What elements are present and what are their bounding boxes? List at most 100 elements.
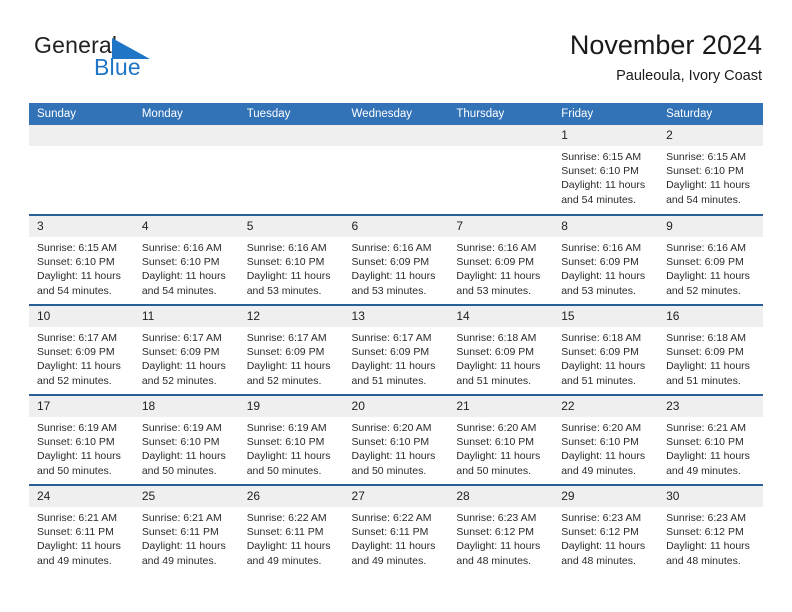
day-details: Sunrise: 6:16 AM Sunset: 6:10 PM Daylight:… <box>134 237 239 298</box>
weekday-header-thursday: Thursday <box>448 103 554 125</box>
calendar-day-cell[interactable]: 9 Sunrise: 6:16 AM Sunset: 6:09 PM Daylight… <box>658 214 763 305</box>
sunrise-text: Sunrise: 6:18 AM <box>666 332 747 344</box>
calendar-day-cell[interactable]: 6 Sunrise: 6:16 AM Sunset: 6:09 PM Daylight… <box>343 214 449 305</box>
calendar-day-cell[interactable]: 17 Sunrise: 6:19 AM Sunset: 6:10 PM Dayligh… <box>29 394 134 485</box>
day-cell-inner: 21 Sunrise: 6:20 AM Sunset: 6:10 PM Dayligh… <box>448 396 554 484</box>
day-cell-inner: 27 Sunrise: 6:22 AM Sunset: 6:11 PM Dayligh… <box>343 486 449 575</box>
day-cell-inner: 22 Sunrise: 6:20 AM Sunset: 6:10 PM Dayligh… <box>553 396 659 484</box>
day-number: 3 <box>29 216 134 237</box>
day-number: 21 <box>448 396 554 417</box>
day-details: Sunrise: 6:17 AM Sunset: 6:09 PM Daylight:… <box>239 327 344 388</box>
calendar-day-cell[interactable]: 23 Sunrise: 6:21 AM Sunset: 6:10 PM Dayligh… <box>658 394 763 485</box>
calendar-day-cell[interactable]: 1 Sunrise: 6:15 AM Sunset: 6:10 PM Daylight… <box>553 125 659 215</box>
calendar-day-cell[interactable]: 20 Sunrise: 6:20 AM Sunset: 6:10 PM Dayligh… <box>343 394 449 485</box>
sunset-text: Sunset: 6:11 PM <box>141 526 219 539</box>
day-number: 12 <box>238 306 344 327</box>
day-number: 13 <box>343 306 449 327</box>
day-details: Sunrise: 6:18 AM Sunset: 6:09 PM Daylight:… <box>448 327 553 388</box>
day-details: Sunrise: 6:22 AM Sunset: 6:11 PM Daylight:… <box>344 507 449 568</box>
calendar-day-cell[interactable]: 19 Sunrise: 6:19 AM Sunset: 6:10 PM Dayligh… <box>238 394 344 485</box>
sunrise-sunset-calendar: Sunday Monday Tuesday Wednesday Thursday… <box>29 103 763 575</box>
sunrise-text: Sunrise: 6:19 AM <box>37 422 117 434</box>
calendar-day-cell[interactable]: 10 Sunrise: 6:17 AM Sunset: 6:09 PM Dayligh… <box>29 304 134 395</box>
daylight-text: Daylight: 11 hours and 48 minutes. <box>666 540 750 567</box>
daylight-text: Daylight: 11 hours and 49 minutes. <box>666 450 750 477</box>
day-details: Sunrise: 6:22 AM Sunset: 6:11 PM Daylight:… <box>239 507 344 568</box>
calendar-day-cell[interactable]: 25 Sunrise: 6:21 AM Sunset: 6:11 PM Dayligh… <box>133 484 239 575</box>
calendar-day-cell[interactable]: 3 Sunrise: 6:15 AM Sunset: 6:10 PM Daylight… <box>29 214 134 305</box>
sunset-text: Sunset: 6:12 PM <box>456 526 535 539</box>
calendar-day-cell[interactable]: 26 Sunrise: 6:22 AM Sunset: 6:11 PM Dayligh… <box>238 484 344 575</box>
sunset-text: Sunset: 6:09 PM <box>561 346 639 359</box>
calendar-day-cell[interactable]: 14 Sunrise: 6:18 AM Sunset: 6:09 PM Dayligh… <box>448 304 554 395</box>
calendar-day-cell[interactable]: 5 Sunrise: 6:16 AM Sunset: 6:10 PM Daylight… <box>238 214 344 305</box>
calendar-day-cell[interactable]: 18 Sunrise: 6:19 AM Sunset: 6:10 PM Dayligh… <box>133 394 239 485</box>
day-details: Sunrise: 6:19 AM Sunset: 6:10 PM Daylight:… <box>134 417 239 478</box>
calendar-day-cell[interactable]: 8 Sunrise: 6:16 AM Sunset: 6:09 PM Daylight… <box>553 214 659 305</box>
day-cell-inner: 6 Sunrise: 6:16 AM Sunset: 6:09 PM Daylight… <box>343 216 449 304</box>
generalblue-logo[interactable]: General Blue <box>34 32 214 88</box>
day-cell-inner: 4 Sunrise: 6:16 AM Sunset: 6:10 PM Daylight… <box>133 216 239 304</box>
calendar-day-cell[interactable]: 13 Sunrise: 6:17 AM Sunset: 6:09 PM Dayligh… <box>343 304 449 395</box>
day-number: 5 <box>238 216 344 237</box>
weekday-header-row: Sunday Monday Tuesday Wednesday Thursday… <box>29 103 763 125</box>
day-number: 17 <box>29 396 134 417</box>
sunrise-text: Sunrise: 6:23 AM <box>561 512 642 524</box>
calendar-day-cell[interactable]: 4 Sunrise: 6:16 AM Sunset: 6:10 PM Daylight… <box>133 214 239 305</box>
day-cell-inner <box>448 125 554 214</box>
sunset-text: Sunset: 6:10 PM <box>246 436 325 449</box>
weekday-header-monday: Monday <box>133 103 239 125</box>
day-details: Sunrise: 6:19 AM Sunset: 6:10 PM Daylight:… <box>239 417 344 478</box>
day-cell-inner: 7 Sunrise: 6:16 AM Sunset: 6:09 PM Daylight… <box>448 216 554 304</box>
sunrise-text: Sunrise: 6:18 AM <box>456 332 537 344</box>
calendar-day-cell[interactable]: 30 Sunrise: 6:23 AM Sunset: 6:12 PM Dayligh… <box>658 484 763 575</box>
calendar-day-cell[interactable]: 29 Sunrise: 6:23 AM Sunset: 6:12 PM Dayligh… <box>553 484 659 575</box>
sunset-text: Sunset: 6:11 PM <box>246 526 324 539</box>
day-number: 18 <box>133 396 239 417</box>
sunrise-text: Sunrise: 6:22 AM <box>351 512 432 524</box>
day-cell-inner: 2 Sunrise: 6:15 AM Sunset: 6:10 PM Daylight… <box>658 125 763 214</box>
sunrise-text: Sunrise: 6:17 AM <box>37 332 117 344</box>
calendar-day-cell[interactable]: 27 Sunrise: 6:22 AM Sunset: 6:11 PM Dayligh… <box>343 484 449 575</box>
calendar-day-cell[interactable]: 7 Sunrise: 6:16 AM Sunset: 6:09 PM Daylight… <box>448 214 554 305</box>
calendar-day-cell[interactable]: 11 Sunrise: 6:17 AM Sunset: 6:09 PM Dayligh… <box>133 304 239 395</box>
day-details: Sunrise: 6:16 AM Sunset: 6:09 PM Daylight:… <box>448 237 553 298</box>
sunrise-text: Sunrise: 6:16 AM <box>666 242 747 254</box>
sunset-text: Sunset: 6:09 PM <box>351 346 430 359</box>
sunset-text: Sunset: 6:10 PM <box>37 256 115 269</box>
calendar-day-cell[interactable]: 22 Sunrise: 6:20 AM Sunset: 6:10 PM Dayligh… <box>553 394 659 485</box>
page-subtitle: Pauleoula, Ivory Coast <box>616 68 762 84</box>
calendar-day-cell[interactable]: 28 Sunrise: 6:23 AM Sunset: 6:12 PM Dayligh… <box>448 484 554 575</box>
day-cell-inner: 26 Sunrise: 6:22 AM Sunset: 6:11 PM Dayligh… <box>238 486 344 575</box>
sunrise-text: Sunrise: 6:16 AM <box>246 242 327 254</box>
calendar-day-cell[interactable]: 15 Sunrise: 6:18 AM Sunset: 6:09 PM Dayligh… <box>553 304 659 395</box>
calendar-week-row: 1 Sunrise: 6:15 AM Sunset: 6:10 PM Daylight… <box>29 125 763 215</box>
day-number: 24 <box>29 486 134 507</box>
calendar-day-cell[interactable]: 21 Sunrise: 6:20 AM Sunset: 6:10 PM Dayligh… <box>448 394 554 485</box>
calendar-cell-empty <box>29 125 134 215</box>
day-cell-inner: 24 Sunrise: 6:21 AM Sunset: 6:11 PM Dayligh… <box>29 486 134 575</box>
daylight-text: Daylight: 11 hours and 53 minutes. <box>246 270 331 297</box>
day-details: Sunrise: 6:16 AM Sunset: 6:09 PM Daylight:… <box>344 237 449 298</box>
calendar-week-row: 10 Sunrise: 6:17 AM Sunset: 6:09 PM Dayligh… <box>29 304 763 395</box>
day-number: 25 <box>133 486 239 507</box>
day-number: 30 <box>658 486 763 507</box>
daylight-text: Daylight: 11 hours and 51 minutes. <box>351 360 436 387</box>
daylight-text: Daylight: 11 hours and 54 minutes. <box>37 270 121 297</box>
sunrise-text: Sunrise: 6:21 AM <box>666 422 747 434</box>
day-details: Sunrise: 6:17 AM Sunset: 6:09 PM Daylight:… <box>344 327 449 388</box>
daylight-text: Daylight: 11 hours and 53 minutes. <box>561 270 646 297</box>
day-number: 27 <box>343 486 449 507</box>
calendar-day-cell[interactable]: 2 Sunrise: 6:15 AM Sunset: 6:10 PM Daylight… <box>658 125 763 215</box>
daylight-text: Daylight: 11 hours and 49 minutes. <box>37 540 121 567</box>
sunset-text: Sunset: 6:09 PM <box>666 346 744 359</box>
calendar-day-cell[interactable]: 24 Sunrise: 6:21 AM Sunset: 6:11 PM Dayligh… <box>29 484 134 575</box>
day-cell-inner <box>29 125 134 214</box>
daylight-text: Daylight: 11 hours and 51 minutes. <box>561 360 646 387</box>
daylight-text: Daylight: 11 hours and 49 minutes. <box>351 540 436 567</box>
calendar-cell-empty <box>343 125 449 215</box>
sunrise-text: Sunrise: 6:23 AM <box>666 512 747 524</box>
sunset-text: Sunset: 6:09 PM <box>351 256 430 269</box>
calendar-day-cell[interactable]: 16 Sunrise: 6:18 AM Sunset: 6:09 PM Dayligh… <box>658 304 763 395</box>
calendar-day-cell[interactable]: 12 Sunrise: 6:17 AM Sunset: 6:09 PM Dayligh… <box>238 304 344 395</box>
